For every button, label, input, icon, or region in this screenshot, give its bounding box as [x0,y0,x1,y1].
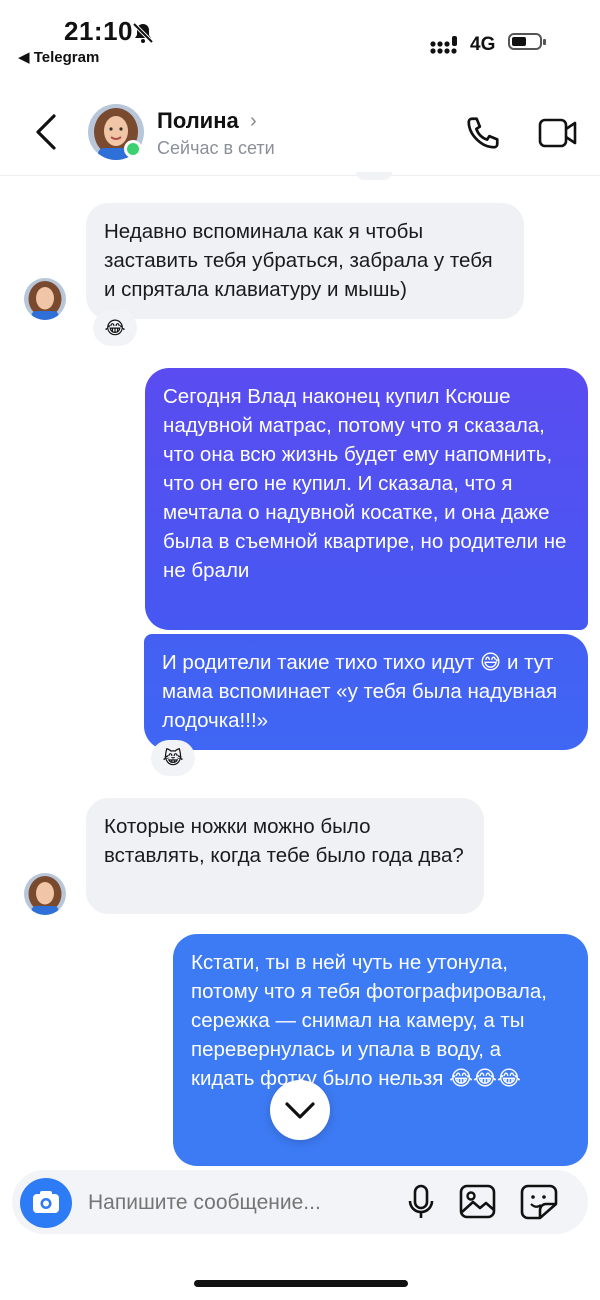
message-reaction[interactable]: 😹 [151,740,195,776]
network-type: 4G [470,34,496,55]
message-input[interactable] [86,1182,400,1224]
outgoing-message[interactable]: И родители такие тихо тихо идут 😅 и тут … [144,634,588,750]
chevron-down-icon [285,1102,315,1119]
sender-avatar[interactable] [24,873,66,915]
video-call-icon[interactable] [538,116,578,150]
outgoing-message[interactable]: Кстати, ты в ней чуть не утонула, потому… [173,934,588,1166]
camera-button[interactable] [20,1178,72,1228]
online-indicator [124,140,142,158]
message-text: Кстати, ты в ней чуть не утонула, потому… [191,951,547,1090]
message-text: Которые ножки можно было вставлять, когд… [104,815,464,867]
contact-status: Сейчас в сети [157,138,275,158]
chevron-right-icon[interactable]: › [250,110,257,133]
message-text: И родители такие тихо тихо идут 😅 и тут … [162,651,558,732]
microphone-icon[interactable] [406,1184,436,1222]
message-text: Сегодня Влад наконец купил Ксюше надувно… [163,385,567,582]
outgoing-message[interactable]: Сегодня Влад наконец купил Ксюше надувно… [145,368,588,630]
message-text: Недавно вспоминала как я чтобы заставить… [104,220,493,301]
incoming-message[interactable]: Недавно вспоминала как я чтобы заставить… [86,203,524,319]
contact-name[interactable]: Полина [157,108,239,134]
scroll-handle [356,172,392,180]
status-time: 21:10 [64,16,133,46]
silent-bell-icon [132,22,154,44]
home-indicator [194,1280,408,1287]
message-reaction[interactable]: 😂 [93,310,137,346]
back-chevron-icon[interactable] [32,112,60,152]
gallery-icon[interactable] [459,1184,497,1220]
header-divider [0,175,600,176]
back-to-telegram-link[interactable]: ◀ Telegram [18,48,99,66]
phone-icon[interactable] [464,114,502,152]
incoming-message[interactable]: Которые ножки можно было вставлять, когд… [86,798,484,914]
scroll-to-bottom-button[interactable] [270,1080,330,1140]
sender-avatar[interactable] [24,278,66,320]
signal-icon [430,36,457,54]
battery-icon [508,33,546,50]
camera-icon [33,1191,59,1213]
sticker-icon[interactable] [520,1184,558,1220]
